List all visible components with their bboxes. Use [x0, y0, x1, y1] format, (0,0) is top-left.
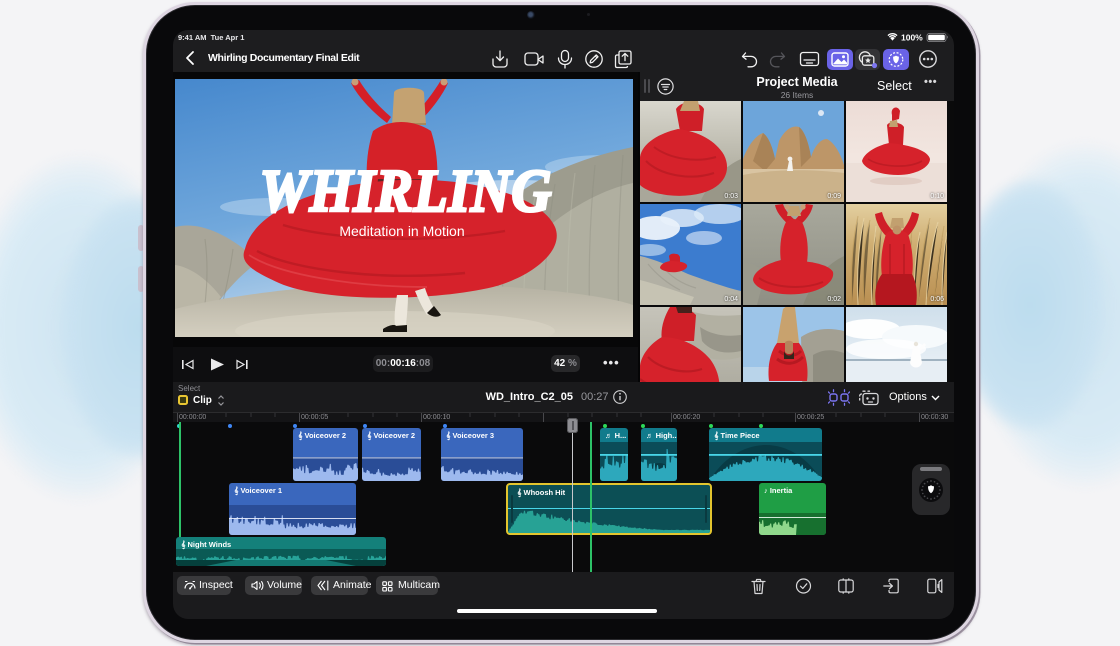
svg-text:100%: 100%: [901, 33, 923, 43]
